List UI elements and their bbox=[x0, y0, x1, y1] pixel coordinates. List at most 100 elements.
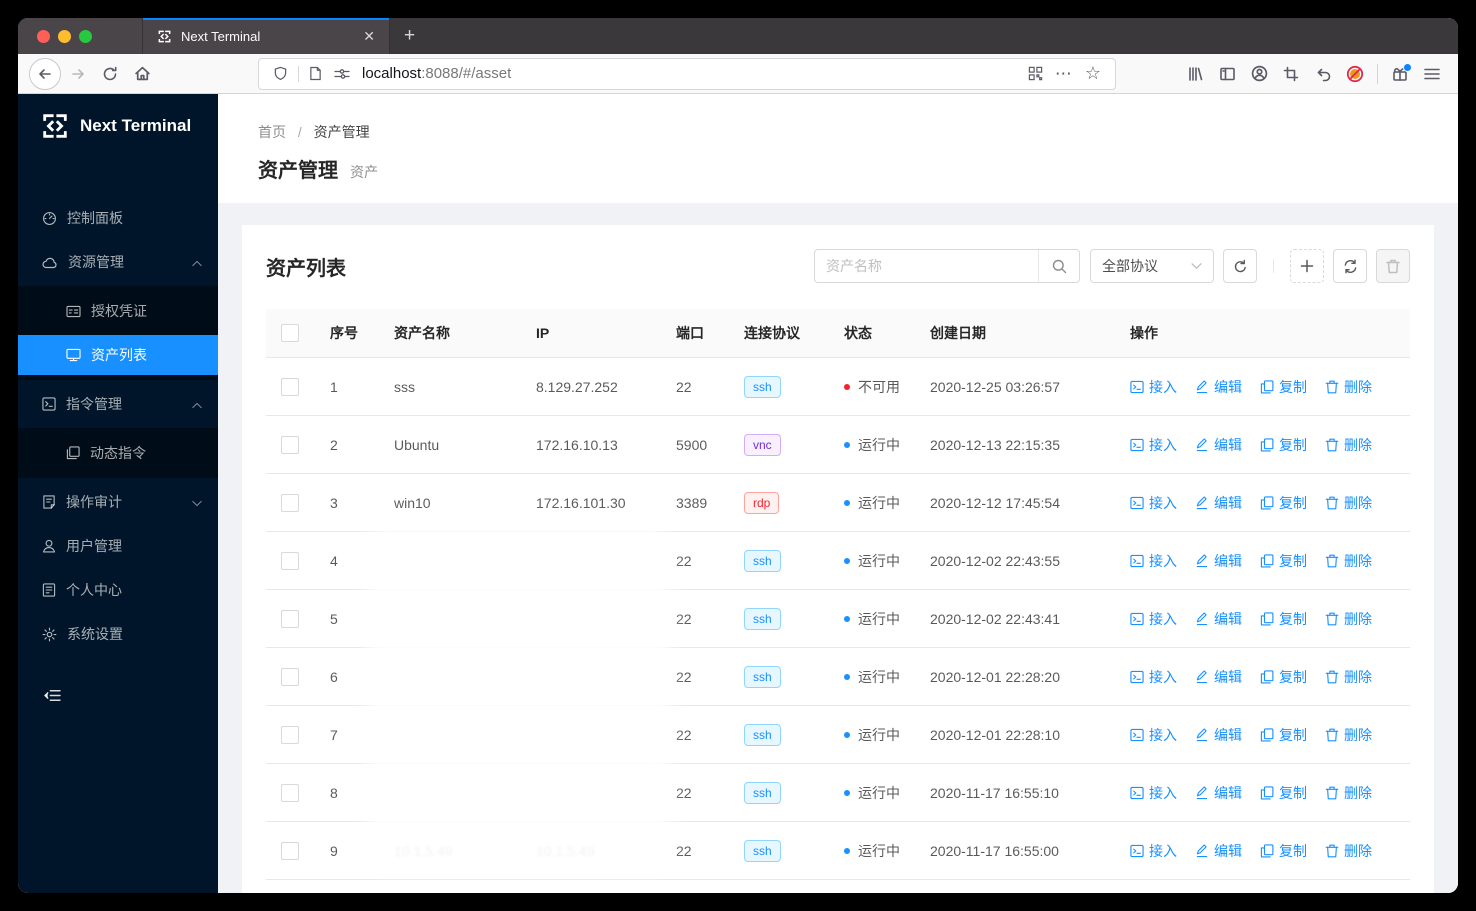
sidebar-toggle-icon[interactable] bbox=[1212, 59, 1242, 89]
copy-action[interactable]: 复制 bbox=[1260, 725, 1307, 745]
bookmark-star-icon[interactable]: ☆ bbox=[1079, 63, 1107, 84]
sidebar-collapse-trigger[interactable] bbox=[18, 688, 218, 708]
row-checkbox[interactable] bbox=[281, 841, 299, 860]
protocol-filter-value: 全部协议 bbox=[1102, 258, 1158, 274]
back-button[interactable] bbox=[29, 57, 61, 90]
sidebar-item-command-mgmt[interactable]: 指令管理 bbox=[18, 384, 218, 424]
new-tab-button[interactable]: + bbox=[390, 23, 429, 49]
edit-action[interactable]: 编辑 bbox=[1195, 609, 1242, 629]
zoom-window-button[interactable] bbox=[79, 29, 92, 43]
row-checkbox[interactable] bbox=[281, 377, 299, 396]
app-logo[interactable]: Next Terminal bbox=[18, 94, 218, 158]
copy-action[interactable]: 复制 bbox=[1260, 783, 1307, 803]
row-checkbox[interactable] bbox=[281, 609, 299, 628]
add-asset-button[interactable] bbox=[1290, 249, 1324, 283]
reset-button[interactable] bbox=[1223, 249, 1257, 283]
connect-action[interactable]: 接入 bbox=[1130, 609, 1177, 629]
url-bar[interactable]: localhost:8088/#/asset ⋯ ☆ bbox=[258, 57, 1116, 90]
whats-new-gift-icon[interactable] bbox=[1385, 59, 1415, 89]
delete-action[interactable]: 删除 bbox=[1325, 435, 1372, 455]
delete-action[interactable]: 删除 bbox=[1325, 609, 1372, 629]
delete-action[interactable]: 删除 bbox=[1325, 725, 1372, 745]
edit-action[interactable]: 编辑 bbox=[1195, 435, 1242, 455]
refresh-button[interactable] bbox=[1333, 249, 1367, 283]
sidebar-item-dynamic-command[interactable]: 动态指令 bbox=[18, 433, 218, 473]
connect-action[interactable]: 接入 bbox=[1130, 841, 1177, 861]
edit-action[interactable]: 编辑 bbox=[1195, 725, 1242, 745]
qr-code-icon[interactable] bbox=[1022, 66, 1049, 81]
select-all-checkbox[interactable] bbox=[281, 324, 299, 342]
connect-action[interactable]: 接入 bbox=[1130, 435, 1177, 455]
delete-action[interactable]: 删除 bbox=[1325, 783, 1372, 803]
sidebar-item-operation-audit[interactable]: 操作审计 bbox=[18, 482, 218, 522]
copy-action[interactable]: 复制 bbox=[1260, 609, 1307, 629]
connect-action[interactable]: 接入 bbox=[1130, 551, 1177, 571]
sidebar-item-user-mgmt[interactable]: 用户管理 bbox=[18, 526, 218, 566]
delete-action[interactable]: 删除 bbox=[1325, 667, 1372, 687]
close-window-button[interactable] bbox=[37, 29, 50, 43]
blocked-extension-icon[interactable] bbox=[1340, 59, 1370, 89]
setting-icon bbox=[42, 627, 57, 642]
screenshot-icon[interactable] bbox=[1276, 59, 1306, 89]
trash-icon bbox=[1386, 259, 1400, 273]
edit-action[interactable]: 编辑 bbox=[1195, 493, 1242, 513]
row-checkbox[interactable] bbox=[281, 551, 299, 570]
user-icon bbox=[42, 539, 56, 553]
connect-action[interactable]: 接入 bbox=[1130, 377, 1177, 397]
connect-action[interactable]: 接入 bbox=[1130, 783, 1177, 803]
row-checkbox[interactable] bbox=[281, 783, 299, 802]
protocol-filter-select[interactable]: 全部协议 bbox=[1090, 249, 1214, 283]
copy-action[interactable]: 复制 bbox=[1260, 841, 1307, 861]
edit-action[interactable]: 编辑 bbox=[1195, 551, 1242, 571]
sidebar-item-asset-list[interactable]: 资产列表 bbox=[18, 335, 218, 375]
permissions-icon[interactable] bbox=[328, 67, 356, 81]
account-icon[interactable] bbox=[1244, 59, 1274, 89]
search-button[interactable] bbox=[1038, 250, 1079, 282]
row-checkbox[interactable] bbox=[281, 435, 299, 454]
undo-arrow-icon[interactable] bbox=[1308, 59, 1338, 89]
delete-action[interactable]: 删除 bbox=[1325, 841, 1372, 861]
sidebar-item-label: 资源管理 bbox=[68, 254, 124, 270]
library-icon[interactable] bbox=[1180, 59, 1210, 89]
edit-action[interactable]: 编辑 bbox=[1195, 377, 1242, 397]
page-info-icon[interactable] bbox=[303, 66, 328, 81]
tracking-shield-icon[interactable] bbox=[267, 66, 294, 81]
connect-action[interactable]: 接入 bbox=[1130, 667, 1177, 687]
copy-action[interactable]: 复制 bbox=[1260, 435, 1307, 455]
page-actions-icon[interactable]: ⋯ bbox=[1049, 64, 1079, 84]
asset-search-input[interactable] bbox=[815, 250, 1038, 282]
browser-tab[interactable]: Next Terminal ✕ bbox=[142, 18, 390, 54]
sidebar-item-system-settings[interactable]: 系统设置 bbox=[18, 614, 218, 654]
copy-action[interactable]: 复制 bbox=[1260, 667, 1307, 687]
sidebar-item-personal-center[interactable]: 个人中心 bbox=[18, 570, 218, 610]
breadcrumb-home[interactable]: 首页 bbox=[258, 124, 286, 140]
copy-action[interactable]: 复制 bbox=[1260, 493, 1307, 513]
edit-action[interactable]: 编辑 bbox=[1195, 783, 1242, 803]
row-checkbox[interactable] bbox=[281, 725, 299, 744]
delete-selected-button[interactable] bbox=[1376, 249, 1410, 283]
menu-icon[interactable] bbox=[1417, 59, 1447, 89]
cell-port: 22 bbox=[676, 726, 692, 743]
delete-action[interactable]: 删除 bbox=[1325, 377, 1372, 397]
sidebar-item-control-panel[interactable]: 控制面板 bbox=[18, 198, 218, 238]
active-tab-indicator bbox=[143, 18, 389, 20]
edit-action[interactable]: 编辑 bbox=[1195, 667, 1242, 687]
reload-button[interactable] bbox=[95, 59, 125, 89]
delete-action[interactable]: 删除 bbox=[1325, 493, 1372, 513]
sidebar-item-credentials[interactable]: 授权凭证 bbox=[18, 291, 218, 331]
minimize-window-button[interactable] bbox=[58, 29, 71, 43]
home-button[interactable] bbox=[127, 59, 157, 89]
edit-action[interactable]: 编辑 bbox=[1195, 841, 1242, 861]
connect-action[interactable]: 接入 bbox=[1130, 725, 1177, 745]
copy-action[interactable]: 复制 bbox=[1260, 551, 1307, 571]
cell-index: 8 bbox=[330, 784, 338, 801]
forward-button[interactable] bbox=[63, 59, 93, 89]
sidebar-item-label: 指令管理 bbox=[66, 396, 122, 412]
tab-close-icon[interactable]: ✕ bbox=[359, 26, 379, 47]
connect-action[interactable]: 接入 bbox=[1130, 493, 1177, 513]
row-checkbox[interactable] bbox=[281, 667, 299, 686]
delete-action[interactable]: 删除 bbox=[1325, 551, 1372, 571]
row-checkbox[interactable] bbox=[281, 493, 299, 512]
sidebar-item-resource-mgmt[interactable]: 资源管理 bbox=[18, 242, 218, 282]
copy-action[interactable]: 复制 bbox=[1260, 377, 1307, 397]
